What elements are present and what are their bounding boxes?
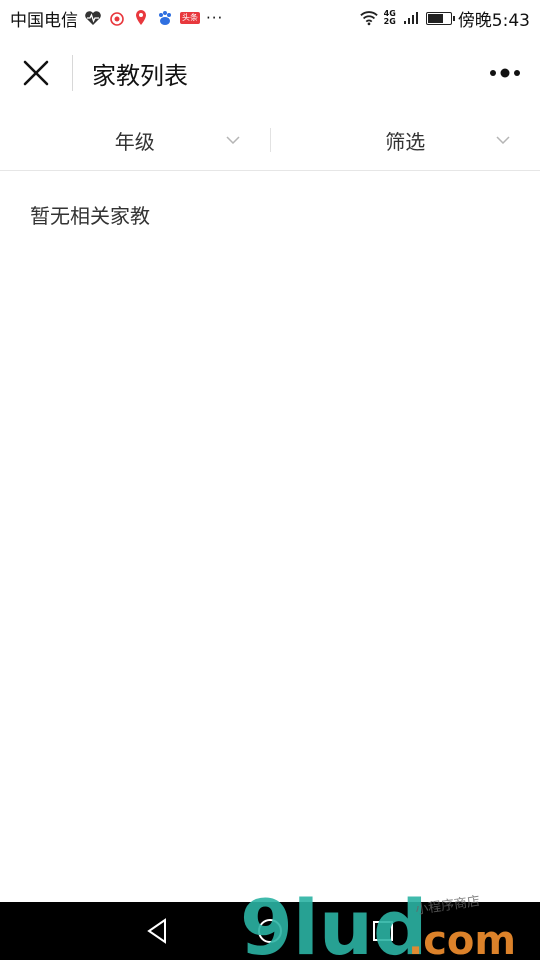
network-type-bottom: 2G xyxy=(383,17,396,26)
status-left: 中国电信 头条 ··· xyxy=(10,6,223,31)
battery-icon xyxy=(425,11,455,25)
back-icon xyxy=(146,918,166,944)
more-button[interactable] xyxy=(470,36,540,110)
grade-filter-dropdown[interactable]: 年级 xyxy=(0,110,270,170)
clock: 傍晚5:43 xyxy=(457,10,530,31)
nav-recents-button[interactable] xyxy=(363,911,403,951)
close-icon xyxy=(23,60,49,86)
network-type-indicator: 4G 2G xyxy=(384,10,396,26)
chevron-down-icon xyxy=(225,136,240,144)
battery-level xyxy=(427,13,443,23)
chevron-down-icon xyxy=(496,136,510,144)
navigation-bar xyxy=(0,902,540,960)
filter-bar: 年级 筛选 xyxy=(0,110,540,171)
grade-filter-label: 年级 xyxy=(114,129,155,154)
more-dots-icon xyxy=(490,68,520,78)
home-icon xyxy=(257,919,282,943)
nav-back-button[interactable] xyxy=(137,911,177,951)
carrier-name: 中国电信 xyxy=(10,10,78,31)
status-bar: 中国电信 头条 ··· 4G 2G 傍晚5:43 xyxy=(0,0,540,36)
empty-state-message: 暂无相关家教 xyxy=(30,204,150,228)
filter-dropdown[interactable]: 筛选 xyxy=(271,110,540,170)
more-notifications-indicator: ··· xyxy=(206,9,224,27)
filter-dropdown-label: 筛选 xyxy=(385,129,426,154)
screen: 中国电信 头条 ··· 4G 2G 傍晚5:43 家教列表 年级 筛选 暂无相关… xyxy=(0,0,540,960)
map-pin-icon xyxy=(132,9,150,27)
baidu-icon xyxy=(156,9,174,27)
close-button[interactable] xyxy=(0,36,72,110)
recents-icon xyxy=(373,921,394,941)
signal-icon xyxy=(402,9,420,27)
page-title: 家教列表 xyxy=(92,61,188,90)
heart-rate-icon xyxy=(84,9,102,27)
title-bar: 家教列表 xyxy=(0,36,540,110)
weibo-icon xyxy=(108,9,126,27)
status-right: 4G 2G 傍晚5:43 xyxy=(359,6,530,31)
title-divider xyxy=(72,55,73,91)
nav-home-button[interactable] xyxy=(250,911,290,951)
wifi-icon xyxy=(359,9,378,27)
toutiao-icon: 头条 xyxy=(180,12,200,24)
